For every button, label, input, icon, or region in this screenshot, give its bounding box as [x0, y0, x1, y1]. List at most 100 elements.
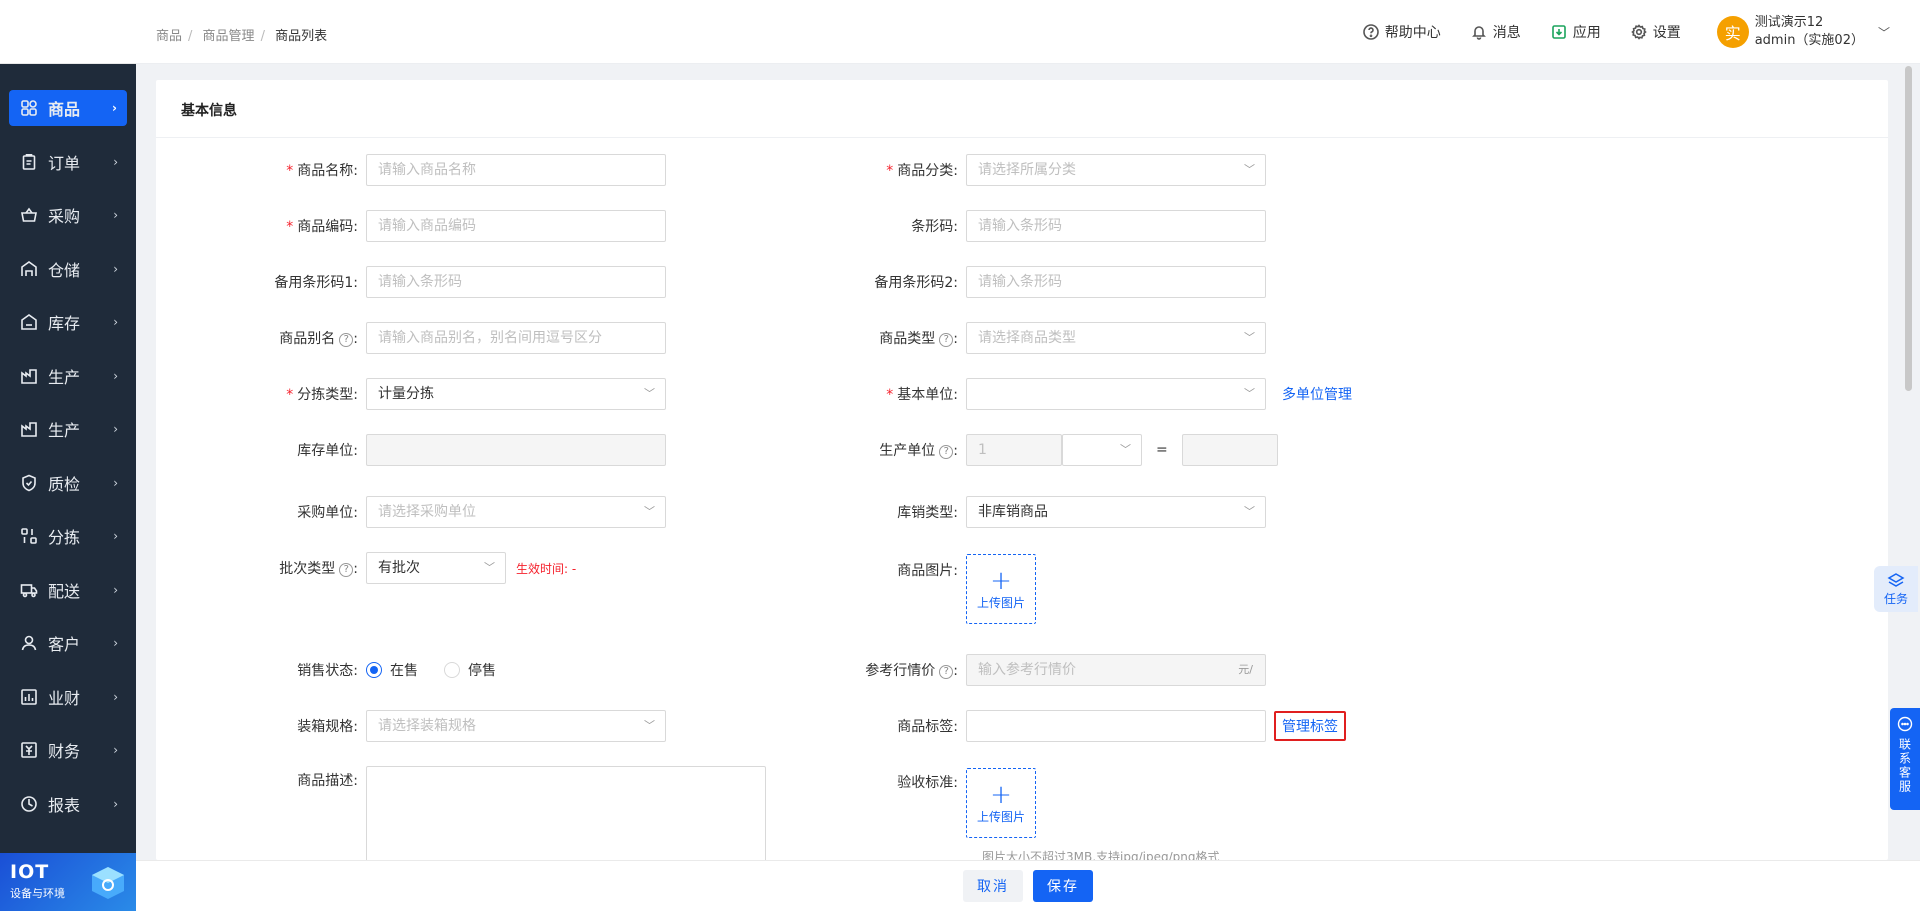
- on-sale-radio[interactable]: 在售: [366, 660, 418, 680]
- chevron-right-icon: ›: [112, 101, 117, 115]
- apps-link[interactable]: 应用: [1551, 22, 1601, 42]
- row-stock-unit: 库存单位:: [156, 434, 666, 466]
- tag-input[interactable]: [966, 710, 1266, 742]
- task-widget[interactable]: 任务: [1874, 566, 1918, 612]
- purchase-unit-label: 采购单位:: [297, 505, 358, 521]
- row-code: * 商品编码: 请输入商品编码: [156, 210, 666, 242]
- prod-unit-qty: 1: [966, 434, 1062, 466]
- task-label: 任务: [1883, 591, 1908, 606]
- row-acceptance: 验收标准: + 上传图片: [756, 768, 1036, 840]
- product-name-input[interactable]: 请输入商品名称: [366, 154, 666, 186]
- apps-label: 应用: [1572, 25, 1601, 41]
- basket-icon: [20, 206, 38, 224]
- alt-barcode2-label: 备用条形码2:: [874, 275, 958, 291]
- box-spec-select[interactable]: 请选择装箱规格 ﹀: [366, 710, 666, 742]
- base-unit-select[interactable]: ﹀: [966, 378, 1266, 410]
- sidebar-item-label: 质检: [48, 474, 81, 494]
- product-image-upload[interactable]: + 上传图片: [966, 554, 1036, 624]
- stock-unit-label: 库存单位:: [297, 443, 358, 459]
- row-product-image: 商品图片: + 上传图片: [756, 554, 1036, 626]
- multi-unit-link[interactable]: 多单位管理: [1282, 384, 1352, 404]
- sidebar-item[interactable]: 分拣 ›: [0, 510, 136, 564]
- tag-label: 商品标签:: [897, 719, 958, 735]
- truck-icon: [20, 581, 38, 599]
- alt-barcode1-label: 备用条形码1:: [274, 275, 358, 291]
- breadcrumb-item[interactable]: 商品: [156, 29, 182, 44]
- alt-barcode1-input[interactable]: 请输入条形码: [366, 266, 666, 298]
- help-center-link[interactable]: 帮助中心: [1362, 22, 1441, 42]
- user-menu[interactable]: 实 测试演示12 admin（实施02） ﹀: [1716, 14, 1890, 50]
- sidebar-item-label: 分拣: [48, 528, 81, 548]
- customer-service-widget[interactable]: 联系客服: [1890, 708, 1920, 810]
- sidebar-item[interactable]: 生产 ›: [0, 349, 136, 403]
- product-code-input[interactable]: 请输入商品编码: [366, 210, 666, 242]
- purchase-unit-select[interactable]: 请选择采购单位 ﹀: [366, 496, 666, 528]
- sidebar-item[interactable]: 生产 ›: [0, 403, 136, 457]
- top-header: 商品 / 商品管理 / 商品列表 帮助中心 消息 应用 设置 实 测试演示12 ad…: [136, 0, 1920, 64]
- shield-icon: [20, 474, 38, 492]
- scrollbar-thumb[interactable]: [1905, 66, 1912, 391]
- sidebar-item[interactable]: 业财 ›: [0, 670, 136, 724]
- sidebar-item-label: 仓储: [48, 260, 81, 280]
- sidebar-item[interactable]: 财务 ›: [0, 724, 136, 778]
- chevron-down-icon: ﹀: [1120, 443, 1131, 456]
- sidebar-item[interactable]: 质检 ›: [0, 456, 136, 510]
- acceptance-upload[interactable]: + 上传图片: [966, 768, 1036, 838]
- user-role: admin（实施02）: [1754, 33, 1864, 48]
- sidebar-item[interactable]: 仓储 ›: [0, 242, 136, 296]
- cancel-button[interactable]: 取消: [963, 870, 1023, 902]
- layers-icon: [1887, 572, 1905, 587]
- alias-input[interactable]: 请输入商品别名，别名间用逗号区分: [366, 322, 666, 354]
- sort-type-select[interactable]: 计量分拣 ﹀: [366, 378, 666, 410]
- sidebar-nav: 商品 › 订单 › 采购 › 仓储 › 库存 › 生产 › 生产 › 质检 › 分拣 › 配送 › 客户 › 业财 › 财务 › 报…: [0, 82, 136, 831]
- chevron-right-icon: ›: [113, 154, 118, 169]
- manage-tags-link[interactable]: 管理标签: [1274, 711, 1346, 741]
- prod-unit-label: 生产单位?:: [879, 443, 958, 459]
- sidebar-item[interactable]: 配送 ›: [0, 563, 136, 617]
- breadcrumb-item[interactable]: 商品管理: [203, 29, 255, 44]
- sidebar-item-label: 采购: [48, 207, 81, 227]
- barcode-input[interactable]: 请输入条形码: [966, 210, 1266, 242]
- iot-badge[interactable]: IOT 设备与环境: [0, 853, 136, 911]
- off-sale-radio[interactable]: 停售: [444, 660, 496, 680]
- sidebar-item[interactable]: 采购 ›: [0, 189, 136, 243]
- chevron-right-icon: ›: [113, 743, 118, 758]
- message-link[interactable]: 消息: [1471, 22, 1521, 42]
- description-textarea[interactable]: [366, 766, 766, 862]
- sidebar-item[interactable]: 客户 ›: [0, 617, 136, 671]
- save-button[interactable]: 保存: [1033, 870, 1093, 902]
- form-footer: 取消 保存: [136, 860, 1920, 911]
- sidebar-item[interactable]: 报表 ›: [0, 777, 136, 831]
- settings-link[interactable]: 设置: [1630, 22, 1681, 42]
- sidebar-item[interactable]: 商品 ›: [9, 90, 127, 126]
- chart-icon: [20, 688, 38, 706]
- sidebar-item-label: 订单: [48, 153, 81, 173]
- ref-price-input: 输入参考行情价 元/: [966, 654, 1266, 686]
- chevron-down-icon: ﹀: [644, 505, 655, 518]
- stock-type-select[interactable]: 非库销商品 ﹀: [966, 496, 1266, 528]
- sidebar-item[interactable]: 订单 ›: [0, 135, 136, 189]
- chevron-down-icon: ﹀: [644, 719, 655, 732]
- row-sale-status: 销售状态: 在售 停售: [156, 654, 522, 686]
- category-select[interactable]: 请选择所属分类 ﹀: [966, 154, 1266, 186]
- sidebar-item-label: 业财: [48, 688, 81, 708]
- row-alias: 商品别名?: 请输入商品别名，别名间用逗号区分: [156, 322, 666, 354]
- batch-type-select[interactable]: 有批次 ﹀: [366, 552, 506, 584]
- sidebar-item[interactable]: 库存 ›: [0, 296, 136, 350]
- finance-icon: [20, 741, 38, 759]
- avatar: 实: [1716, 16, 1749, 48]
- alt-barcode2-input[interactable]: 请输入条形码: [966, 266, 1266, 298]
- cube-icon: [92, 867, 124, 899]
- row-prod-unit: 生产单位?: 1 ﹀ =: [756, 434, 1278, 466]
- question-icon: ?: [939, 445, 954, 459]
- row-purchase-unit: 采购单位: 请选择采购单位 ﹀: [156, 496, 666, 528]
- type-select[interactable]: 请选择商品类型 ﹀: [966, 322, 1266, 354]
- chevron-right-icon: ›: [113, 368, 118, 383]
- gear-icon: [1630, 24, 1647, 40]
- chevron-right-icon: ›: [113, 636, 118, 651]
- plus-icon: +: [990, 779, 1012, 810]
- batch-type-label: 批次类型?:: [279, 561, 358, 577]
- sidebar-item-label: 生产: [48, 367, 81, 387]
- prod-unit-select[interactable]: ﹀: [1062, 434, 1142, 466]
- box-spec-label: 装箱规格:: [297, 719, 358, 735]
